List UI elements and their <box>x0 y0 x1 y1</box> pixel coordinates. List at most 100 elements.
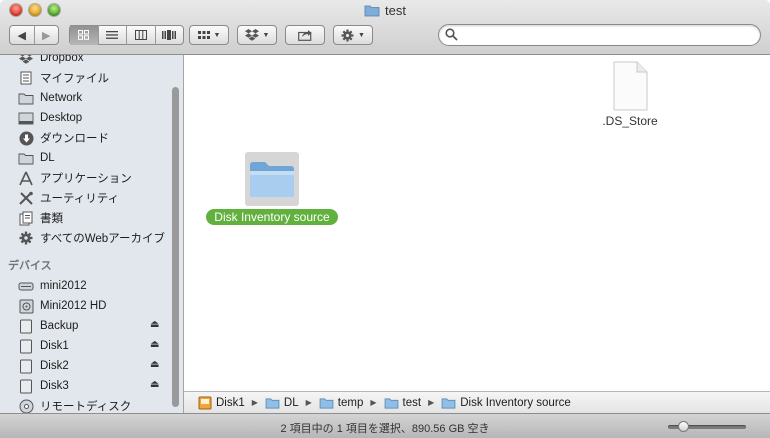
view-mode-control <box>69 25 184 45</box>
folder-icon <box>384 397 398 408</box>
chevron-down-icon: ▼ <box>213 31 221 39</box>
sidebar-item-label: すべてのWebアーカイブ <box>40 233 165 245</box>
column-view-button[interactable] <box>126 25 155 45</box>
hd-icon <box>17 298 35 314</box>
window-title-text: test <box>385 3 406 18</box>
forward-arrow-icon: ▶ <box>42 29 51 42</box>
disk-icon <box>17 358 35 374</box>
sidebar-item-device-6[interactable]: リモートディスク <box>17 397 131 413</box>
path-separator-icon: ▶ <box>251 398 258 407</box>
status-bar: 2 項目中の 1 項目を選択、890.56 GB 空き <box>0 413 770 438</box>
sidebar-item-fav-9[interactable]: すべてのWebアーカイブ <box>17 229 165 247</box>
file-browser-area[interactable]: .DS_Store Disk Inventory source <box>184 55 770 391</box>
sidebar-item-label: Disk3 <box>40 380 69 392</box>
back-forward-control: ◀ ▶ <box>9 25 59 45</box>
folder-icon <box>441 397 456 408</box>
share-button[interactable] <box>285 25 325 45</box>
sidebar-item-device-1[interactable]: Mini2012 HD <box>17 297 106 315</box>
path-crumb-label: test <box>402 396 422 409</box>
scrollbar-thumb[interactable] <box>172 87 179 407</box>
sidebar-item-device-3[interactable]: Disk1 <box>17 337 69 355</box>
forward-button[interactable]: ▶ <box>33 25 59 45</box>
file-item-ds-store[interactable]: .DS_Store <box>590 61 670 128</box>
disk-icon <box>17 338 35 354</box>
icon-view-button[interactable] <box>70 25 98 45</box>
sidebar-item-label: Backup <box>40 320 79 332</box>
path-crumb-label: Disk Inventory source <box>460 396 571 409</box>
sidebar-item-label: Disk1 <box>40 340 69 352</box>
file-item-disk-inventory-source[interactable]: Disk Inventory source <box>197 152 347 225</box>
sidebar-item-label: DL <box>40 152 55 164</box>
sidebar-item-fav-6[interactable]: アプリケーション <box>17 169 132 187</box>
sidebar-item-label: マイファイル <box>40 73 109 85</box>
disk-icon <box>17 318 35 334</box>
back-button[interactable]: ◀ <box>10 25 34 45</box>
path-crumb[interactable]: DL <box>265 397 299 409</box>
sidebar-item-label: 書類 <box>40 213 63 225</box>
folder-icon <box>265 397 280 408</box>
list-view-button[interactable] <box>97 25 127 45</box>
sidebar-item-fav-4[interactable]: ダウンロード <box>17 129 109 147</box>
sidebar-item-fav-1[interactable]: マイファイル <box>17 69 109 87</box>
chevron-down-icon: ▼ <box>358 31 365 39</box>
folder-icon <box>17 150 35 166</box>
sidebar-item-label: Network <box>40 92 83 104</box>
eject-icon[interactable]: ⏏ <box>150 339 159 350</box>
search-input[interactable] <box>461 27 755 45</box>
coverflow-view-button[interactable] <box>154 25 184 45</box>
icon-size-slider[interactable] <box>668 421 746 432</box>
column-view-icon <box>134 30 147 40</box>
path-crumb[interactable]: test <box>384 396 422 409</box>
path-separator-icon: ▶ <box>370 398 377 407</box>
folder-icon <box>364 5 380 17</box>
sidebar-item-label: Desktop <box>40 112 83 124</box>
sidebar-item-fav-3[interactable]: Desktop <box>17 109 82 127</box>
back-arrow-icon: ◀ <box>17 29 26 42</box>
share-icon <box>298 30 312 41</box>
icon-view-icon <box>78 30 90 40</box>
path-crumb[interactable]: temp <box>319 397 363 409</box>
path-crumb[interactable]: Disk1 <box>198 396 245 410</box>
sidebar-item-device-2[interactable]: Backup <box>17 317 78 335</box>
path-crumb-label: Disk1 <box>216 396 245 409</box>
sidebar-item-label: Disk2 <box>40 360 69 372</box>
file-name: .DS_Store <box>602 114 658 128</box>
folder-icon <box>17 90 35 106</box>
chevron-down-icon: ▼ <box>262 31 270 39</box>
list-view-icon <box>106 31 119 39</box>
sidebar-item-device-4[interactable]: Disk2 <box>17 357 69 375</box>
finder-window: test ◀ ▶ ▼ ▼ ▼ Dropbox マイファイル Network De… <box>0 0 770 438</box>
sidebar-item-fav-2[interactable]: Network <box>17 89 82 107</box>
all-files-icon <box>17 70 35 86</box>
search-field[interactable] <box>438 24 761 46</box>
applications-icon <box>17 170 35 186</box>
sidebar-item-fav-0[interactable]: Dropbox <box>17 55 83 67</box>
eject-icon[interactable]: ⏏ <box>150 379 159 390</box>
sidebar-item-label: ユーティリティ <box>40 193 120 205</box>
path-crumb[interactable]: Disk Inventory source <box>441 397 571 409</box>
folder-selection-highlight <box>245 152 299 206</box>
slider-knob[interactable] <box>678 421 689 432</box>
eject-icon[interactable]: ⏏ <box>150 359 159 370</box>
file-name-selected: Disk Inventory source <box>206 209 338 225</box>
sidebar-item-label: ダウンロード <box>40 133 109 145</box>
documents-icon <box>17 210 35 226</box>
drive-icon <box>198 396 212 409</box>
sidebar-item-fav-7[interactable]: ユーティリティ <box>17 189 119 207</box>
sidebar-item-label: Dropbox <box>40 55 84 64</box>
arrange-button[interactable]: ▼ <box>189 25 229 45</box>
gear-icon <box>17 230 35 246</box>
eject-icon[interactable]: ⏏ <box>150 319 159 330</box>
sidebar-item-device-5[interactable]: Disk3 <box>17 377 69 395</box>
disk-icon <box>17 378 35 394</box>
sidebar-scrollbar[interactable] <box>171 57 180 411</box>
drive-icon <box>17 278 35 294</box>
dropbox-icon <box>244 29 259 41</box>
path-separator-icon: ▶ <box>428 398 435 407</box>
sidebar-item-device-0[interactable]: mini2012 <box>17 277 87 295</box>
sidebar-item-fav-5[interactable]: DL <box>17 149 55 167</box>
action-button[interactable]: ▼ <box>333 25 373 45</box>
dropbox-button[interactable]: ▼ <box>237 25 277 45</box>
sidebar-section-devices: デバイス <box>8 260 52 272</box>
sidebar-item-fav-8[interactable]: 書類 <box>17 209 63 227</box>
